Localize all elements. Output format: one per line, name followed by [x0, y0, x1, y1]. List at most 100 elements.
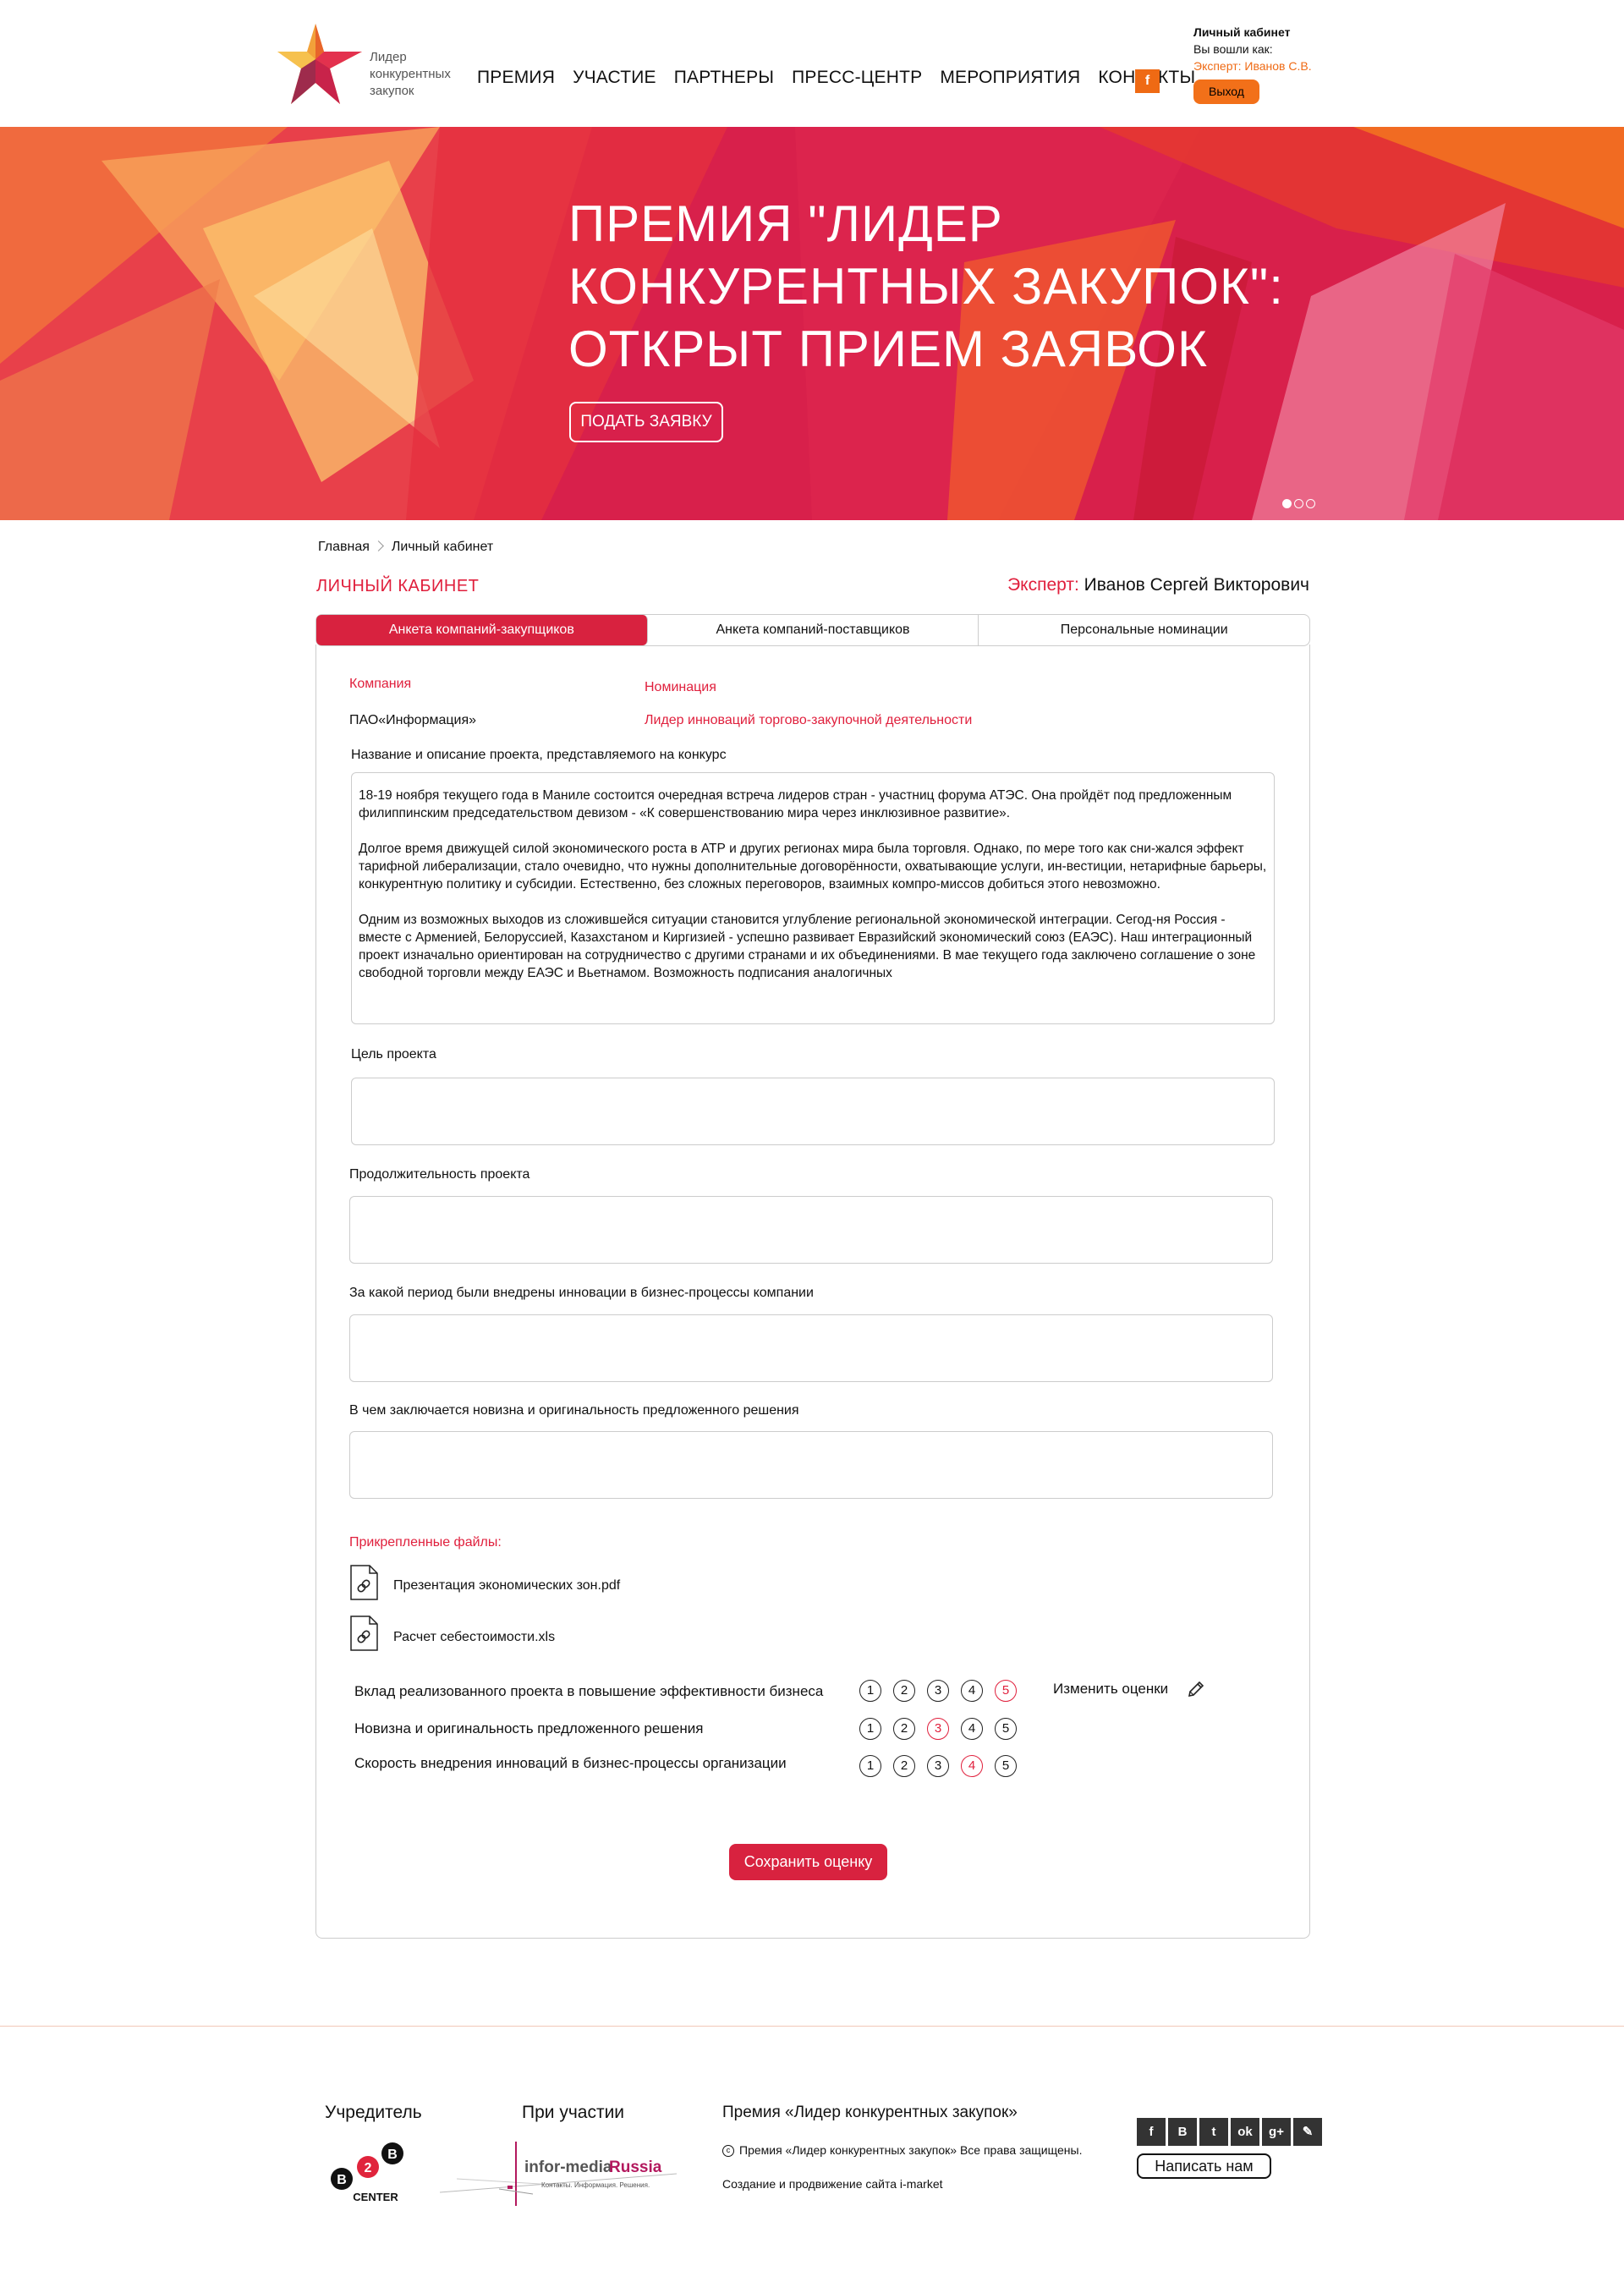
duration-field[interactable]: [349, 1196, 1273, 1264]
novelty-field[interactable]: [349, 1431, 1273, 1499]
file-link[interactable]: Презентация экономических зон.pdf: [393, 1578, 620, 1594]
logout-button[interactable]: Выход: [1193, 80, 1259, 104]
attachment-file-icon: [350, 1565, 378, 1600]
account-box: Личный кабинет Вы вошли как: Эксперт: Ив…: [1193, 24, 1312, 74]
footer-award-title: Премия «Лидер конкурентных закупок»: [722, 2104, 1018, 2121]
main-nav: ПРЕМИЯ УЧАСТИЕ ПАРТНЕРЫ ПРЕСС-ЦЕНТР МЕРО…: [477, 68, 1213, 88]
rating-scale: 12345: [859, 1718, 1017, 1740]
rating-option[interactable]: 3: [927, 1718, 949, 1740]
nav-item-press[interactable]: ПРЕСС-ЦЕНТР: [792, 68, 922, 88]
footer-participation-title: При участии: [522, 2103, 625, 2122]
b2b-letter: B: [337, 2173, 347, 2187]
tab-personal-nominations[interactable]: Персональные номинации: [979, 615, 1309, 645]
copyright-text: c Премия «Лидер конкурентных закупок» Все…: [722, 2143, 1083, 2158]
odnoklassniki-icon[interactable]: ok: [1231, 2118, 1259, 2146]
period-label: За какой период были внедрены инновации …: [349, 1286, 814, 1300]
infomedia-country: Russia: [609, 2159, 662, 2176]
rating-option[interactable]: 2: [893, 1680, 915, 1702]
livejournal-icon[interactable]: ✎: [1293, 2118, 1322, 2146]
goal-field[interactable]: [351, 1078, 1275, 1145]
logged-as-text: Вы вошли как:: [1193, 42, 1273, 56]
attachment-file-icon: [350, 1616, 378, 1651]
rating-option[interactable]: 3: [927, 1755, 949, 1777]
facebook-icon[interactable]: f: [1135, 69, 1160, 93]
attached-files-label: Прикрепленные файлы:: [349, 1535, 502, 1550]
hero-banner: ПРЕМИЯ "ЛИДЕР КОНКУРЕНТНЫХ ЗАКУПОК": ОТК…: [0, 127, 1624, 520]
tab-buyers[interactable]: Анкета компаний-закупщиков: [316, 615, 648, 645]
save-rating-button[interactable]: Сохранить оценку: [729, 1844, 887, 1880]
project-paragraph: 18-19 ноября текущего года в Маниле сост…: [359, 788, 1232, 820]
account-title: Личный кабинет: [1193, 25, 1291, 39]
pencil-icon[interactable]: [1186, 1679, 1206, 1699]
banner-title-line: КОНКУРЕНТНЫХ ЗАКУПОК":: [568, 258, 1284, 315]
b2b-letter: B: [387, 2148, 398, 2162]
rating-label: Скорость внедрения инноваций в бизнес-пр…: [354, 1755, 787, 1771]
nav-item-premia[interactable]: ПРЕМИЯ: [477, 68, 555, 88]
b2b-center-logo[interactable]: B 2 B CENTER: [325, 2142, 414, 2208]
slider-dot[interactable]: [1306, 499, 1315, 508]
nav-item-partners[interactable]: ПАРТНЕРЫ: [674, 68, 774, 88]
b2b-word: CENTER: [353, 2191, 398, 2203]
slider-dot-active[interactable]: [1282, 499, 1292, 508]
rating-option[interactable]: 4: [961, 1718, 983, 1740]
banner-title: ПРЕМИЯ "ЛИДЕР КОНКУРЕНТНЫХ ЗАКУПОК": ОТК…: [568, 193, 1330, 381]
period-field[interactable]: [349, 1314, 1273, 1382]
rating-option[interactable]: 2: [893, 1755, 915, 1777]
nav-item-uchastie[interactable]: УЧАСТИЕ: [573, 68, 656, 88]
expert-name: Иванов Сергей Викторович: [1084, 575, 1309, 595]
banner-title-line: ПРЕМИЯ "ЛИДЕР: [568, 195, 1003, 252]
nomination-label: Номинация: [645, 680, 716, 694]
slider-dots: [1282, 499, 1315, 508]
rating-scale: 12345: [859, 1680, 1017, 1702]
current-user-link[interactable]: Эксперт: Иванов С.В.: [1193, 58, 1312, 74]
rating-label: Новизна и оригинальность предложенного р…: [354, 1720, 704, 1736]
page-title: ЛИЧНЫЙ КАБИНЕТ: [316, 577, 480, 595]
project-paragraph: Долгое время движущей силой экономическо…: [359, 842, 1267, 891]
infor-media-logo[interactable]: infor-media Russia Контакты. Информация.…: [440, 2138, 685, 2209]
infomedia-name: infor-media: [524, 2159, 612, 2176]
novelty-label: В чем заключается новизна и оригинальнос…: [349, 1403, 799, 1418]
rating-option[interactable]: 1: [859, 1680, 881, 1702]
duration-label: Продолжительность проекта: [349, 1167, 530, 1182]
file-link[interactable]: Расчет себестоимости.xls: [393, 1630, 555, 1645]
social-links: f B t ok g+ ✎: [1137, 2118, 1322, 2146]
slider-dot[interactable]: [1294, 499, 1303, 508]
nav-item-events[interactable]: МЕРОПРИЯТИЯ: [940, 68, 1080, 88]
copyright-icon: c: [722, 2145, 734, 2158]
write-us-button[interactable]: Написать нам: [1137, 2153, 1271, 2179]
tab-suppliers[interactable]: Анкета компаний-поставщиков: [648, 615, 979, 645]
vk-icon[interactable]: B: [1168, 2118, 1197, 2146]
rating-option[interactable]: 5: [995, 1718, 1017, 1740]
form-tabs: Анкета компаний-закупщиков Анкета компан…: [315, 614, 1310, 646]
edit-ratings-link[interactable]: Изменить оценки: [1053, 1681, 1168, 1698]
expert-info: Эксперт: Иванов Сергей Викторович: [1007, 575, 1309, 595]
rating-scale: 12345: [859, 1755, 1017, 1777]
facebook-icon[interactable]: f: [1137, 2118, 1166, 2146]
rating-option[interactable]: 5: [995, 1755, 1017, 1777]
logo-text: Лидер конкурентных закупок: [370, 50, 451, 98]
breadcrumb-current: Личный кабинет: [391, 540, 494, 554]
b2b-letter: 2: [365, 2161, 372, 2175]
rating-option[interactable]: 5: [995, 1680, 1017, 1702]
project-paragraph: Одним из возможных выходов из сложившейс…: [359, 913, 1256, 980]
site-header: Лидер конкурентных закупок ПРЕМИЯ УЧАСТИ…: [0, 0, 1624, 127]
project-description-textarea[interactable]: 18-19 ноября текущего года в Маниле сост…: [351, 772, 1275, 1024]
rating-option[interactable]: 4: [961, 1680, 983, 1702]
banner-title-line: ОТКРЫТ ПРИЕМ ЗАЯВОК: [568, 321, 1208, 377]
rating-option[interactable]: 2: [893, 1718, 915, 1740]
made-by-link[interactable]: Создание и продвижение сайта i-market: [722, 2177, 943, 2191]
rating-option[interactable]: 4: [961, 1755, 983, 1777]
submit-application-button[interactable]: ПОДАТЬ ЗАЯВКУ: [569, 402, 723, 442]
rating-option[interactable]: 3: [927, 1680, 949, 1702]
twitter-icon[interactable]: t: [1199, 2118, 1228, 2146]
google-plus-icon[interactable]: g+: [1262, 2118, 1291, 2146]
rating-label: Вклад реализованного проекта в повышение…: [354, 1683, 824, 1699]
infomedia-slogan: Контакты. Информация. Решения.: [541, 2181, 650, 2189]
copyright-label: Премия «Лидер конкурентных закупок» Все …: [739, 2143, 1083, 2157]
expert-label: Эксперт:: [1007, 575, 1079, 595]
breadcrumb-home[interactable]: Главная: [318, 540, 370, 554]
nomination-value: Лидер инноваций торгово-закупочной деяте…: [645, 713, 973, 727]
rating-option[interactable]: 1: [859, 1755, 881, 1777]
rating-option[interactable]: 1: [859, 1718, 881, 1740]
logo-star-icon[interactable]: [277, 24, 362, 104]
